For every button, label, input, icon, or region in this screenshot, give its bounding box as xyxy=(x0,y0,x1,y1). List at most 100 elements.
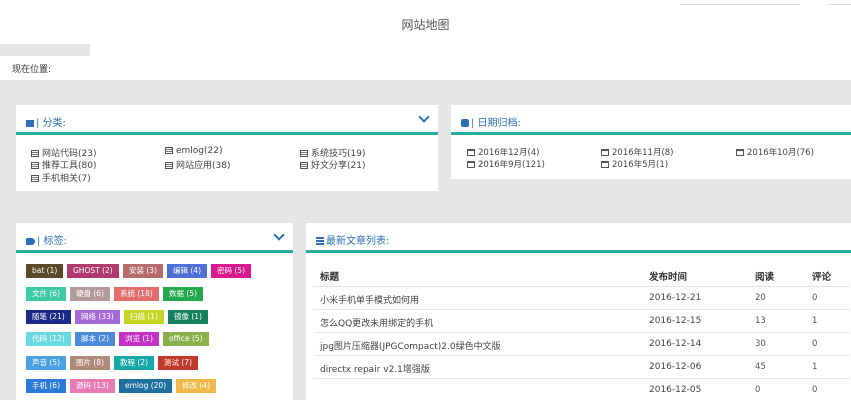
list-alt-icon xyxy=(31,162,39,169)
category-link[interactable]: 网站应用(38) xyxy=(165,158,230,171)
archive-label: 2016年11月(8) xyxy=(612,148,674,158)
archive-label: 2016年5月(1) xyxy=(612,160,669,170)
calendar-icon xyxy=(601,149,609,156)
calendar-icon xyxy=(736,149,744,156)
article-date: 2016-12-05 xyxy=(649,385,702,395)
category-label: 网站应用(38) xyxy=(176,161,231,171)
category-link[interactable]: emlog(22) xyxy=(165,146,223,156)
tag-badge[interactable]: 手机 (6) xyxy=(26,379,67,393)
tags-panel-title: | 标签: xyxy=(26,232,67,247)
table-divider xyxy=(314,286,850,287)
tag-badge[interactable]: bat (1) xyxy=(26,264,64,278)
article-comments: 0 xyxy=(812,293,818,303)
article-reads: 30 xyxy=(755,339,766,349)
article-reads: 13 xyxy=(755,316,766,326)
tag-badge[interactable]: 镜像 (1) xyxy=(168,310,209,324)
tag-badge[interactable]: 教程 (2) xyxy=(114,356,155,370)
calendar-icon xyxy=(601,161,609,168)
tag-badge[interactable]: 扫描 (1) xyxy=(124,310,165,324)
archive-label: 2016年9月(121) xyxy=(478,160,545,170)
article-date: 2016-12-14 xyxy=(649,339,702,349)
article-title-link[interactable]: jpg图片压缩器(JPGCompact)2.0绿色中文版 xyxy=(320,339,501,352)
archive-label: 2016年10月(76) xyxy=(747,148,814,158)
table-row xyxy=(314,332,850,333)
tab-strip xyxy=(0,40,851,56)
header-divider xyxy=(828,4,851,5)
category-label: 手机相关(7) xyxy=(42,174,91,184)
archive-link[interactable]: 2016年9月(121) xyxy=(467,158,545,170)
articles-panel-header: 最新文章列表: xyxy=(306,223,851,253)
archive-link[interactable]: 2016年10月(76) xyxy=(736,146,814,158)
tag-badge[interactable]: 源码 (13) xyxy=(70,379,115,393)
breadcrumb: 现在位置: xyxy=(0,56,851,80)
categories-panel-title: | 分类: xyxy=(26,114,66,129)
table-row xyxy=(314,378,850,379)
category-label: 推荐工具(80) xyxy=(42,161,97,171)
article-title-link[interactable]: directx repair v2.1增强版 xyxy=(320,362,430,375)
tag-badge[interactable]: 代码 (12) xyxy=(26,332,71,346)
calendar-icon xyxy=(467,161,475,168)
calendar-icon xyxy=(467,149,475,156)
tag-badge[interactable]: 数据 (5) xyxy=(163,287,204,301)
categories-panel-header[interactable]: | 分类: xyxy=(16,105,438,135)
tag-badge[interactable]: 安装 (3) xyxy=(123,264,164,278)
tag-badge[interactable]: 声音 (5) xyxy=(26,356,67,370)
tag-badge[interactable]: 硬盘 (6) xyxy=(70,287,111,301)
article-comments: 0 xyxy=(812,339,818,349)
list-alt-icon xyxy=(165,162,173,169)
article-title-link[interactable]: 小米手机单手模式如何用 xyxy=(320,293,419,306)
chevron-down-icon[interactable] xyxy=(418,111,430,123)
category-label: 好文分享(21) xyxy=(311,161,366,171)
archive-link[interactable]: 2016年12月(4) xyxy=(467,146,540,158)
tag-badge[interactable]: office (5) xyxy=(163,332,209,346)
list-alt-icon xyxy=(31,175,39,182)
tag-badge[interactable]: 密码 (5) xyxy=(211,264,252,278)
chevron-down-icon[interactable] xyxy=(273,229,285,241)
list-alt-icon xyxy=(300,150,308,157)
database-icon xyxy=(461,119,469,127)
archive-link[interactable]: 2016年5月(1) xyxy=(601,158,668,170)
tag-badge[interactable]: GHOST (2) xyxy=(67,264,119,278)
tag-badge[interactable]: 脚本 (2) xyxy=(75,332,116,346)
top-header: 网站地图 xyxy=(0,0,851,44)
column-header: 评论 xyxy=(812,272,832,283)
articles-panel-title: 最新文章列表: xyxy=(316,232,389,247)
tag-badge[interactable]: 编辑 (4) xyxy=(167,264,208,278)
page-title: 网站地图 xyxy=(401,18,450,32)
column-header: 标题 xyxy=(320,272,340,283)
tag-badge[interactable]: 网络 (33) xyxy=(75,310,120,324)
list-alt-icon xyxy=(165,147,173,154)
archive-link[interactable]: 2016年11月(8) xyxy=(601,146,674,158)
tab-left xyxy=(0,40,86,44)
category-link[interactable]: 手机相关(7) xyxy=(31,171,91,184)
article-date: 2016-12-21 xyxy=(649,293,702,303)
tag-badge[interactable]: 随笔 (21) xyxy=(26,310,71,324)
article-reads: 0 xyxy=(755,385,761,395)
archive-label: 2016年12月(4) xyxy=(478,148,540,158)
article-comments: 1 xyxy=(812,316,818,326)
tag-badge[interactable]: emlog (20) xyxy=(119,379,173,393)
tag-badge[interactable]: 文件 (6) xyxy=(26,287,67,301)
tags-panel-header[interactable]: | 标签: xyxy=(16,223,293,253)
column-header: 阅读 xyxy=(755,272,775,283)
tags-panel: | 标签: bat (1) GHOST (2) 安装 (3) 编辑 (4) 密码 (5)… xyxy=(16,223,293,400)
breadcrumb-label: 现在位置: xyxy=(12,65,52,75)
flag-icon xyxy=(26,119,34,127)
category-link[interactable]: 好文分享(21) xyxy=(300,158,365,171)
table-row xyxy=(314,355,850,356)
tag-badge[interactable]: 测试 (7) xyxy=(158,356,199,370)
archive-panel-header: | 日期归档: xyxy=(451,105,851,135)
article-comments: 1 xyxy=(812,362,818,372)
article-title-link[interactable]: 怎么QQ更改未用绑定的手机 xyxy=(320,316,433,329)
archive-panel: | 日期归档: 2016年12月(4) 2016年11月(8) 2016年10月(7… xyxy=(451,105,851,179)
article-date: 2016-12-15 xyxy=(649,316,702,326)
article-reads: 45 xyxy=(755,362,766,372)
tag-badge[interactable]: 系统 (18) xyxy=(114,287,159,301)
list-alt-icon xyxy=(300,162,308,169)
list-alt-icon xyxy=(31,150,39,157)
tag-icon xyxy=(26,237,35,245)
tag-badge[interactable]: 图片 (8) xyxy=(70,356,111,370)
tag-badge[interactable]: 浏览 (1) xyxy=(119,332,160,346)
category-link[interactable]: 推荐工具(80) xyxy=(31,158,96,171)
tag-badge[interactable]: 修改 (4) xyxy=(176,379,217,393)
